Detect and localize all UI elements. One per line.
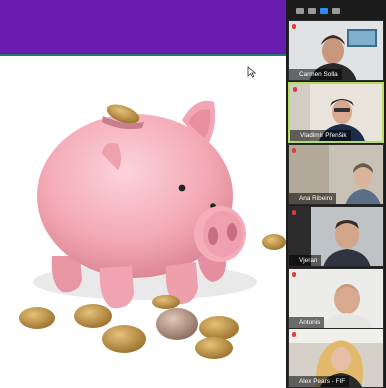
microphone-muted-icon	[293, 87, 297, 92]
microphone-muted-icon	[292, 210, 296, 215]
participant-name: Vjeran	[289, 255, 322, 266]
participant-name: Alex Pears - FIF	[289, 376, 350, 387]
participant-name: Carmen Solla	[289, 69, 342, 80]
participant-tile[interactable]: Carmen Solla	[288, 20, 384, 81]
microphone-muted-icon	[292, 148, 296, 153]
speaker-view-icon[interactable]	[320, 8, 328, 14]
piggy-bank-image	[19, 100, 286, 359]
view-toggle-icon[interactable]	[296, 8, 304, 14]
view-toolbar	[286, 6, 386, 16]
participant-name: Vladimír Přenšik	[290, 130, 351, 141]
participant-tile[interactable]: Vjeran	[288, 206, 384, 267]
microphone-muted-icon	[292, 332, 296, 337]
participant-tile[interactable]: Alex Pears - FIF	[288, 328, 384, 388]
microphone-muted-icon	[292, 272, 296, 277]
participant-name: Ana Ribeiro	[289, 193, 337, 204]
participant-tile-active[interactable]: Vladimír Přenšik	[288, 82, 384, 143]
shared-screen	[0, 56, 286, 388]
grid-icon[interactable]	[332, 8, 340, 14]
slide-banner	[0, 0, 286, 54]
participant-tile[interactable]: Antonis	[288, 268, 384, 329]
gallery-icon[interactable]	[308, 8, 316, 14]
mouse-cursor-icon	[247, 66, 257, 78]
participant-name: Antonis	[289, 317, 325, 328]
microphone-muted-icon	[292, 24, 296, 29]
participant-tile[interactable]: Ana Ribeiro	[288, 144, 384, 205]
